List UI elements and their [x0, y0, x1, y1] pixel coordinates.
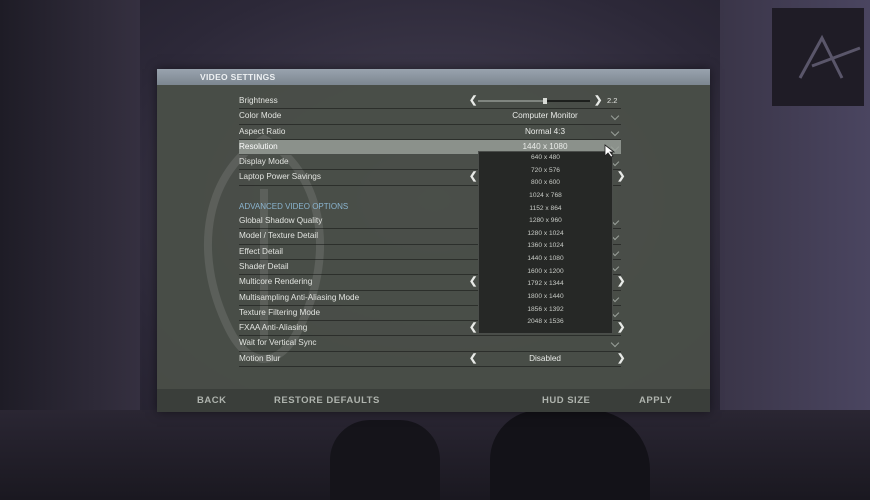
setting-row-wait-for-vertical-sync[interactable]: Wait for Vertical Sync	[239, 336, 621, 352]
arrow-left-icon[interactable]: ❮	[469, 170, 477, 184]
chevron-down-icon[interactable]	[610, 339, 620, 348]
resolution-option[interactable]: 1280 x 1024	[479, 228, 612, 241]
resolution-option[interactable]: 1024 x 768	[479, 190, 612, 203]
setting-label: Texture Filtering Mode	[239, 307, 320, 317]
background-logo-icon	[772, 8, 864, 106]
arrow-left-icon[interactable]: ❮	[469, 321, 477, 335]
setting-label: Laptop Power Savings	[239, 172, 321, 182]
setting-label: Multisampling Anti-Aliasing Mode	[239, 292, 360, 302]
resolution-option[interactable]: 1792 x 1344	[479, 278, 612, 291]
mouse-cursor-icon	[604, 144, 616, 158]
setting-label: Motion Blur	[239, 353, 281, 363]
setting-row-color-mode[interactable]: Color Mode Computer Monitor	[239, 109, 621, 125]
slider-handle[interactable]	[543, 98, 548, 104]
setting-label: FXAA Anti-Aliasing	[239, 323, 308, 333]
setting-row-aspect-ratio[interactable]: Aspect Ratio Normal 4:3	[239, 125, 621, 140]
setting-label: Multicore Rendering	[239, 277, 313, 287]
setting-row-motion-blur[interactable]: Motion Blur ❮ Disabled ❯	[239, 352, 625, 368]
arrow-right-icon[interactable]: ❯	[617, 170, 625, 184]
setting-label: Resolution	[239, 141, 278, 151]
setting-label: Color Mode	[239, 111, 282, 121]
resolution-option[interactable]: 720 x 576	[479, 165, 612, 178]
background-player-hand-left	[330, 420, 440, 500]
resolution-option[interactable]: 2048 x 1536	[479, 316, 612, 329]
resolution-option[interactable]: 1152 x 864	[479, 203, 612, 216]
arrow-right-icon[interactable]: ❯	[617, 275, 625, 289]
setting-value: Computer Monitor	[512, 111, 578, 121]
background-player-hand-right	[490, 410, 650, 500]
setting-value: Disabled	[529, 353, 561, 363]
video-settings-panel: VIDEO SETTINGS Brightness ❮ ❯ 2.2 Color Mode…	[157, 69, 710, 412]
slider-value: 2.2	[607, 96, 618, 105]
setting-label: Shader Detail	[239, 261, 289, 271]
chevron-down-icon[interactable]	[610, 112, 620, 121]
panel-title: VIDEO SETTINGS	[157, 69, 710, 85]
apply-button[interactable]: APPLY	[639, 389, 672, 412]
setting-label: Aspect Ratio	[239, 126, 286, 136]
setting-label: Model / Texture Detail	[239, 231, 319, 241]
arrow-left-icon[interactable]: ❮	[469, 352, 477, 366]
setting-row-brightness[interactable]: Brightness ❮ ❯ 2.2	[239, 94, 621, 110]
resolution-option[interactable]: 800 x 600	[479, 177, 612, 190]
resolution-option[interactable]: 1856 x 1392	[479, 304, 612, 317]
arrow-left-icon[interactable]: ❮	[469, 94, 477, 108]
hud-size-button[interactable]: HUD SIZE	[542, 389, 590, 412]
back-button[interactable]: BACK	[197, 389, 226, 412]
setting-label: Brightness	[239, 96, 278, 105]
resolution-option[interactable]: 1360 x 1024	[479, 240, 612, 253]
resolution-option[interactable]: 1440 x 1080	[479, 253, 612, 266]
arrow-left-icon[interactable]: ❮	[469, 275, 477, 289]
footer-bar: BACK RESTORE DEFAULTS HUD SIZE APPLY	[157, 389, 710, 412]
setting-label: Global Shadow Quality	[239, 216, 323, 226]
setting-label: Display Mode	[239, 157, 289, 167]
brightness-slider[interactable]	[478, 98, 590, 104]
arrow-right-icon[interactable]: ❯	[594, 94, 602, 108]
arrow-right-icon[interactable]: ❯	[617, 321, 625, 335]
resolution-option[interactable]: 1800 x 1440	[479, 291, 612, 304]
resolution-option[interactable]: 1600 x 1200	[479, 266, 612, 279]
resolution-dropdown-list[interactable]: 640 x 480 720 x 576 800 x 600 1024 x 768 115…	[478, 151, 613, 334]
restore-defaults-button[interactable]: RESTORE DEFAULTS	[274, 389, 380, 412]
resolution-option[interactable]: 1280 x 960	[479, 215, 612, 228]
setting-label: Wait for Vertical Sync	[239, 338, 317, 348]
setting-value: Normal 4:3	[524, 126, 566, 136]
setting-label: Effect Detail	[239, 246, 283, 256]
chevron-down-icon[interactable]	[610, 127, 620, 136]
slider-fill	[478, 100, 546, 102]
resolution-option[interactable]: 640 x 480	[479, 152, 612, 165]
arrow-right-icon[interactable]: ❯	[617, 352, 625, 366]
